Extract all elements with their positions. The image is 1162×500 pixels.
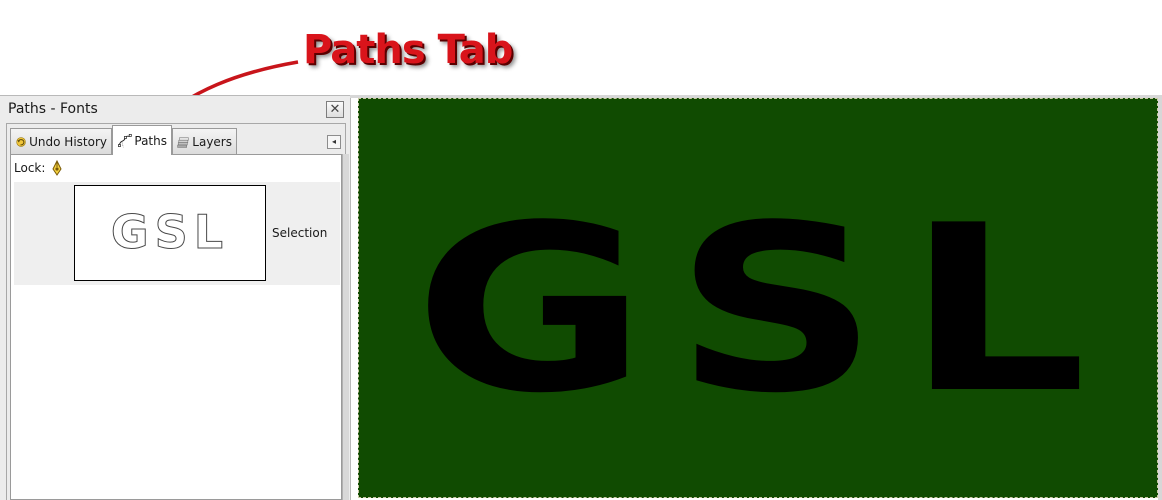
- tab-layers-label: Layers: [192, 134, 232, 149]
- tab-undo-history[interactable]: Undo History: [10, 128, 112, 154]
- undo-history-icon: [16, 136, 26, 147]
- path-name: Selection: [272, 226, 328, 240]
- path-thumbnail-text: GSL: [111, 205, 229, 259]
- lock-row: Lock:: [14, 159, 65, 177]
- image-canvas[interactable]: GSL: [358, 98, 1158, 498]
- dock-scrollbar[interactable]: [342, 154, 349, 500]
- dock-title: Paths - Fonts: [8, 101, 98, 117]
- canvas-frame-right: [1158, 95, 1162, 500]
- dock-body: Undo History Paths Layers ◂ Lock: GSL Se…: [6, 123, 346, 500]
- lock-path-icon[interactable]: [49, 159, 65, 177]
- tab-paths-label: Paths: [134, 133, 167, 148]
- tab-undo-history-label: Undo History: [29, 134, 107, 149]
- screenshot-stage: Paths Tab Paths - Fonts ✕ Undo History P…: [0, 0, 1162, 500]
- path-thumbnail-outline: GSL: [110, 205, 229, 260]
- canvas-text-layer: GSL: [414, 177, 1114, 444]
- paths-icon: [118, 133, 132, 147]
- close-icon[interactable]: ✕: [326, 101, 344, 118]
- paths-dock-panel: Paths - Fonts ✕ Undo History Paths Layer…: [0, 95, 351, 500]
- tab-paths[interactable]: Paths: [112, 125, 172, 155]
- paths-list: Lock: GSL Selection: [10, 154, 342, 500]
- path-thumbnail: GSL: [74, 185, 266, 281]
- tab-menu-arrow-icon[interactable]: ◂: [327, 135, 341, 149]
- lock-label: Lock:: [14, 161, 46, 175]
- annotation-label: Paths Tab: [303, 27, 513, 73]
- path-list-item[interactable]: GSL Selection: [14, 182, 340, 285]
- canvas-text: GSL: [414, 177, 1114, 444]
- layers-icon: [177, 137, 189, 148]
- tab-layers[interactable]: Layers: [172, 128, 237, 154]
